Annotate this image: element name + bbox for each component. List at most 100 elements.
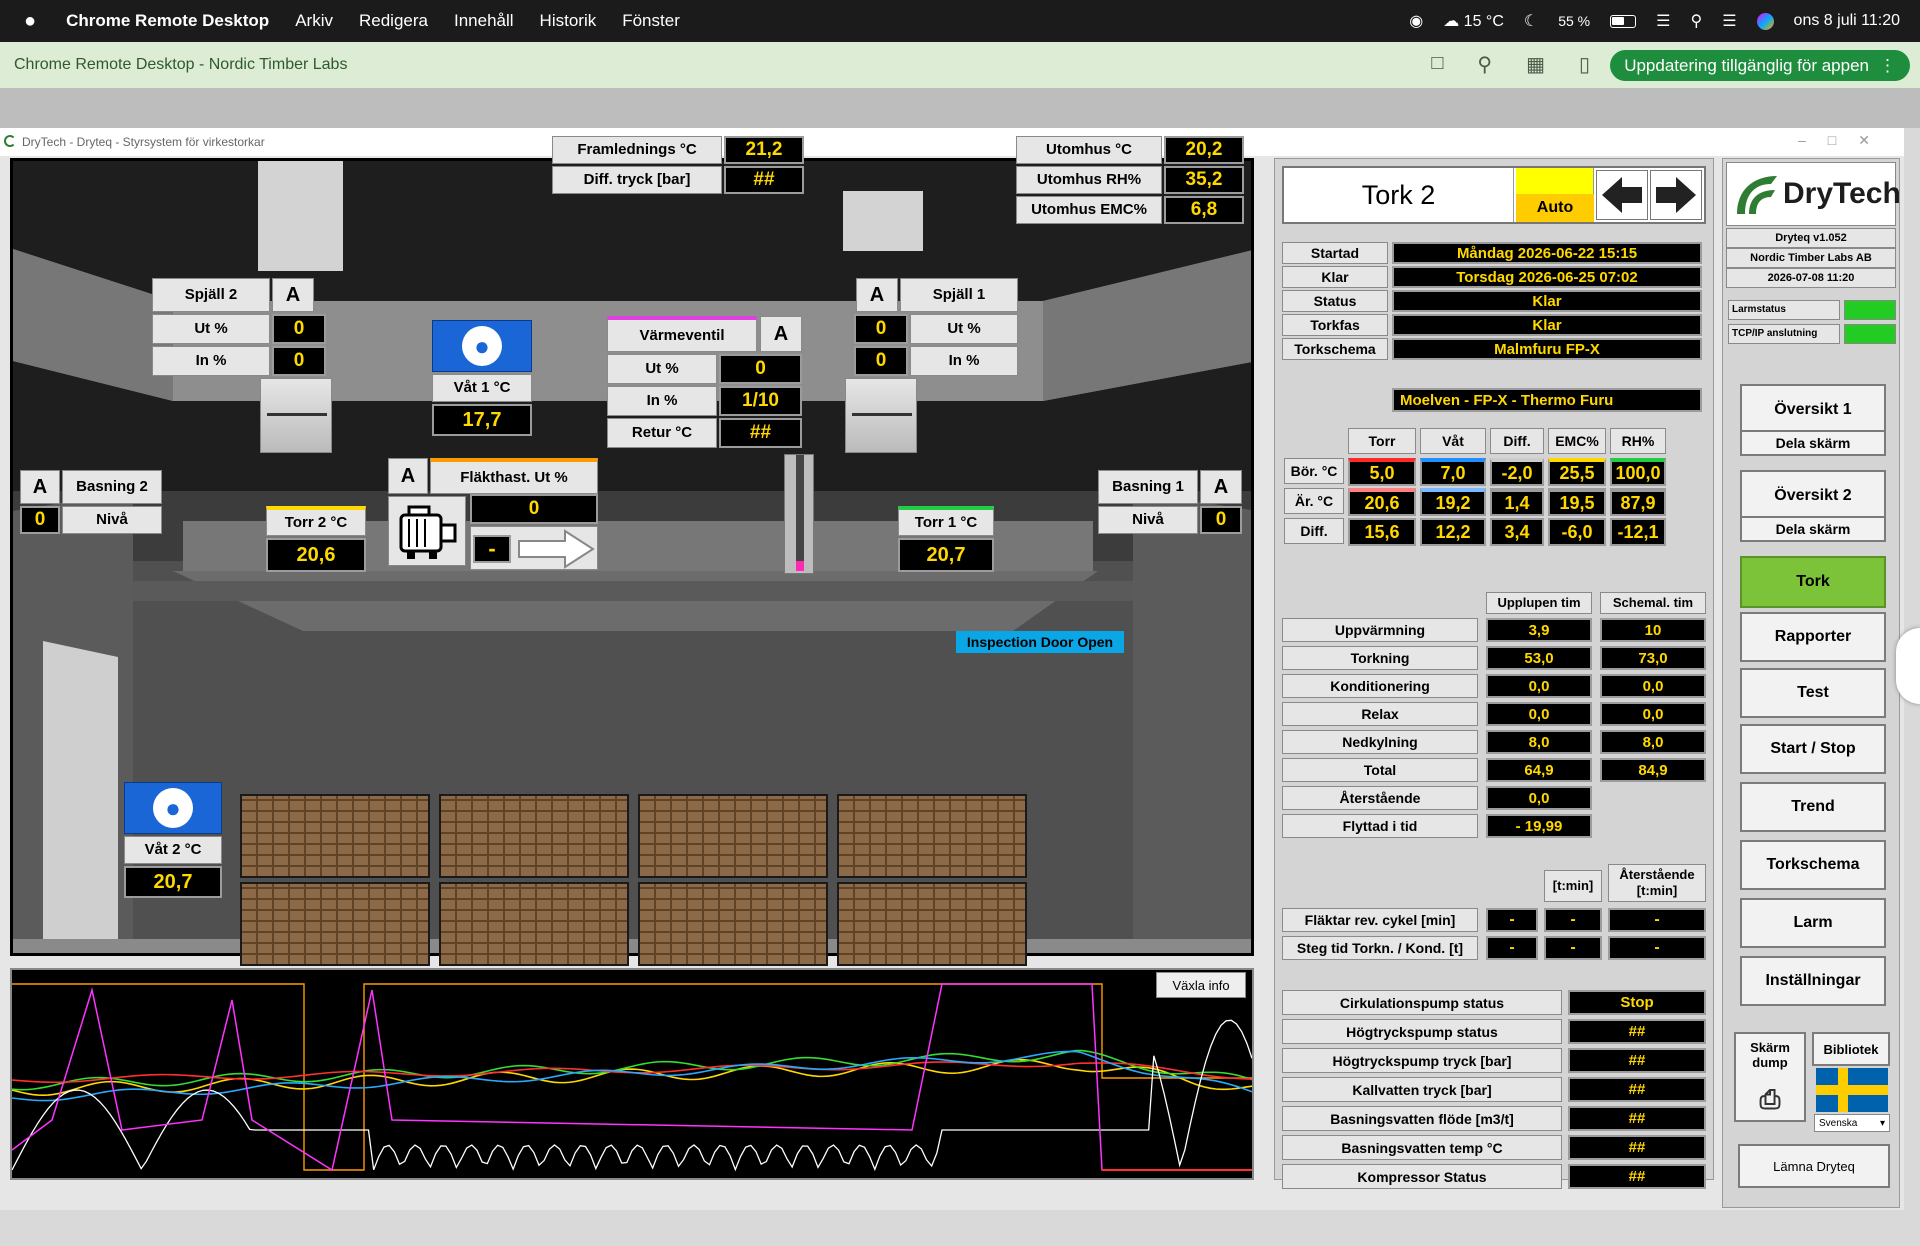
control-center-icon[interactable]: ☰ — [1722, 11, 1736, 31]
nav-button-trend[interactable]: Trend — [1740, 782, 1886, 832]
phase-schemal-value: 0,0 — [1600, 674, 1706, 698]
nav-button-översikt-2[interactable]: Översikt 2 — [1740, 470, 1886, 522]
nav-button-översikt-1[interactable]: Översikt 1 — [1740, 384, 1886, 436]
swedish-flag-icon[interactable] — [1816, 1068, 1888, 1112]
fan-motor-icon[interactable] — [388, 496, 466, 566]
siri-icon[interactable] — [1756, 12, 1774, 30]
vat2-drop-button[interactable]: ● — [124, 782, 222, 834]
phase-label: Nedkylning — [1282, 730, 1478, 754]
vat1-drop-button[interactable]: ● — [432, 320, 532, 372]
menubar-clock[interactable]: ons 8 juli 11:20 — [1794, 12, 1900, 30]
basning1-mode[interactable]: A — [1200, 470, 1242, 504]
basning2-mode[interactable]: A — [20, 470, 60, 504]
more-icon[interactable]: ⋮ — [1879, 56, 1896, 76]
exit-dryteq-button[interactable]: Lämna Dryteq — [1738, 1144, 1890, 1188]
meas-value: 7,0 — [1420, 458, 1486, 486]
menu-innehall[interactable]: Innehåll — [454, 11, 514, 31]
menu-fonster[interactable]: Fönster — [622, 11, 680, 31]
language-select[interactable]: Svenska ▾ — [1814, 1114, 1890, 1132]
clipboard-icon[interactable]: □ — [1431, 52, 1443, 77]
extension-icon[interactable]: ▯ — [1579, 52, 1590, 77]
phase-schemal-value: 10 — [1600, 618, 1706, 642]
menu-app-name[interactable]: Chrome Remote Desktop — [66, 11, 269, 31]
spjall2-title: Spjäll 2 — [152, 278, 270, 312]
language-value: Svenska — [1819, 1117, 1858, 1129]
meas-value: 1,4 — [1490, 488, 1544, 516]
window-controls[interactable]: –□✕ — [1798, 132, 1892, 149]
nav-button-dela-skärm[interactable]: Dela skärm — [1740, 430, 1886, 456]
varmeventil-mode[interactable]: A — [760, 316, 802, 352]
brand-name: DryTech — [1783, 177, 1901, 210]
info-value: Måndag 2026-06-22 15:15 — [1392, 242, 1702, 264]
fan-label: Fläktar rev. cykel [min] — [1282, 908, 1478, 932]
tork-mode-badge[interactable]: Auto — [1516, 168, 1594, 222]
meas-value: 19,5 — [1548, 488, 1606, 516]
spjall2-mode[interactable]: A — [272, 278, 314, 312]
spjall1-mode[interactable]: A — [856, 278, 898, 312]
arrow-right-icon[interactable] — [1650, 170, 1702, 220]
basning1-title: Basning 1 — [1098, 470, 1198, 504]
nav-button-test[interactable]: Test — [1740, 668, 1886, 718]
toggle-info-button[interactable]: Växla info — [1156, 972, 1246, 998]
meas-value: 12,2 — [1420, 518, 1486, 546]
flow-arrow-icon — [518, 529, 595, 569]
phase-label: Relax — [1282, 702, 1478, 726]
tork-header: Tork 2 Auto — [1282, 166, 1706, 224]
torr2-label: Torr 2 °C — [266, 506, 366, 536]
level-gauge — [784, 454, 814, 574]
larmstatus-label: Larmstatus — [1728, 300, 1840, 320]
menu-redigera[interactable]: Redigera — [359, 11, 428, 31]
wifi-icon[interactable]: ☰ — [1656, 11, 1670, 31]
translate-icon[interactable]: ▦ — [1526, 52, 1545, 77]
framlednings-label: Framlednings °C — [552, 136, 722, 164]
utomhus-rh-value: 35,2 — [1164, 166, 1244, 194]
search-icon[interactable]: ⚲ — [1690, 11, 1702, 31]
menu-arkiv[interactable]: Arkiv — [295, 11, 333, 31]
fan-header-aterstaende: Återstående [t:min] — [1608, 864, 1706, 902]
fan-value-a: - — [1486, 908, 1538, 932]
side-scroll-handle[interactable] — [1896, 628, 1920, 704]
spjall1-in-label: In % — [910, 346, 1018, 376]
flakt-mode[interactable]: A — [388, 458, 428, 494]
trend-chart[interactable]: Växla info — [10, 968, 1254, 1180]
meas-value: 15,6 — [1348, 518, 1416, 546]
meas-value: 5,0 — [1348, 458, 1416, 486]
vat2-value: 20,7 — [124, 866, 222, 898]
phase-schemal-value: 0,0 — [1600, 702, 1706, 726]
library-button[interactable]: Bibliotek — [1812, 1032, 1890, 1066]
nav-button-larm[interactable]: Larm — [1740, 898, 1886, 948]
varmeventil-title: Värmeventil — [607, 316, 757, 352]
spjall1-damper — [845, 378, 917, 453]
date-label: 2026-07-08 11:20 — [1726, 268, 1896, 288]
screen-dump-button[interactable]: Skärm dump ⎙ — [1734, 1032, 1806, 1122]
meas-value: -12,1 — [1610, 518, 1666, 546]
larmstatus-indicator — [1844, 300, 1896, 320]
fan-value-c: - — [1608, 936, 1706, 960]
nav-button-dela-skärm[interactable]: Dela skärm — [1740, 516, 1886, 542]
pump-value: ## — [1568, 1106, 1706, 1131]
camera-icon[interactable]: ◉ — [1409, 11, 1423, 31]
arrow-left-icon[interactable] — [1596, 170, 1648, 220]
menu-historik[interactable]: Historik — [540, 11, 597, 31]
nav-button-inställningar[interactable]: Inställningar — [1740, 956, 1886, 1006]
nav-button-start-stop[interactable]: Start / Stop — [1740, 724, 1886, 774]
spjall2-in-value: 0 — [272, 346, 326, 376]
nav-button-tork[interactable]: Tork — [1740, 556, 1886, 608]
key-icon[interactable]: ⚲ — [1477, 52, 1492, 77]
battery-icon[interactable] — [1610, 14, 1637, 28]
weather-icon[interactable]: ☁ 15 °C — [1443, 11, 1504, 31]
chevron-down-icon: ▾ — [1879, 1117, 1885, 1129]
window-titlebar: DryTech - Dryteq - Styrsystem för virkes… — [0, 128, 1904, 156]
meas-row-label: Är. °C — [1284, 488, 1344, 514]
nav-button-torkschema[interactable]: Torkschema — [1740, 840, 1886, 890]
varmeventil-ut-value: 0 — [719, 354, 802, 384]
apple-icon[interactable]: ● — [24, 10, 36, 33]
moon-icon[interactable]: ☾ — [1524, 11, 1538, 31]
update-button[interactable]: Uppdatering tillgänglig för appen ⋮ — [1610, 50, 1910, 81]
framlednings-value: 21,2 — [724, 136, 804, 164]
pump-value: ## — [1568, 1164, 1706, 1189]
torr1-label: Torr 1 °C — [898, 506, 994, 536]
pump-label: Högtryckspump tryck [bar] — [1282, 1048, 1562, 1073]
utomhus-temp-value: 20,2 — [1164, 136, 1244, 164]
nav-button-rapporter[interactable]: Rapporter — [1740, 612, 1886, 662]
